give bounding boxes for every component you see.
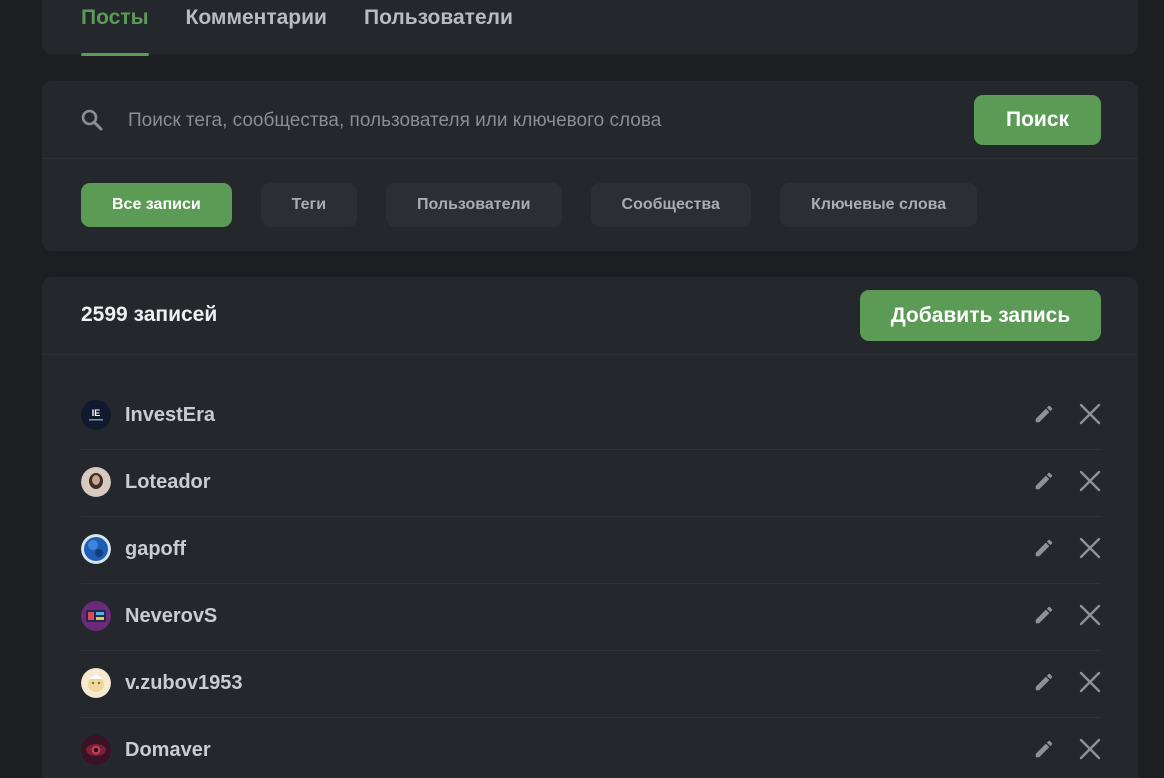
svg-text:IE: IE (92, 408, 101, 418)
search-row: Поиск (42, 81, 1138, 159)
records-count: 2599 записей (81, 303, 218, 326)
close-icon[interactable] (1078, 402, 1102, 426)
avatar[interactable] (81, 534, 111, 564)
close-icon[interactable] (1078, 737, 1102, 761)
search-card: Поиск Все записи Теги Пользователи Сообщ… (42, 81, 1138, 251)
close-icon[interactable] (1078, 536, 1102, 560)
list-item: Domaver (81, 718, 1101, 778)
tabs-card: Посты Комментарии Пользователи (42, 0, 1138, 56)
close-icon[interactable] (1078, 603, 1102, 627)
records-card: 2599 записей Добавить запись IE InvestEr… (42, 277, 1138, 778)
tab-comments[interactable]: Комментарии (186, 0, 327, 54)
list-item: NeverovS (81, 584, 1101, 651)
list-item: gapoff (81, 517, 1101, 584)
filter-all-records[interactable]: Все записи (81, 183, 232, 227)
edit-icon[interactable] (1033, 537, 1055, 559)
username[interactable]: Loteador (125, 471, 211, 494)
avatar[interactable] (81, 467, 111, 497)
search-input[interactable] (126, 105, 930, 137)
list-item: v.zubov1953 (81, 651, 1101, 718)
avatar[interactable] (81, 735, 111, 765)
avatar[interactable] (81, 668, 111, 698)
filter-users[interactable]: Пользователи (386, 183, 562, 227)
tab-posts[interactable]: Посты (81, 0, 149, 56)
username[interactable]: NeverovS (125, 605, 217, 628)
filter-keywords[interactable]: Ключевые слова (779, 183, 978, 227)
username[interactable]: gapoff (125, 538, 186, 561)
edit-icon[interactable] (1033, 738, 1055, 760)
username[interactable]: Domaver (125, 739, 211, 762)
add-record-button[interactable]: Добавить запись (860, 290, 1101, 341)
username[interactable]: InvestEra (125, 404, 215, 427)
search-icon (81, 109, 103, 131)
tab-users[interactable]: Пользователи (364, 0, 513, 54)
list-item: IE InvestEra (81, 383, 1101, 450)
search-button[interactable]: Поиск (974, 95, 1101, 145)
filter-tags[interactable]: Теги (260, 183, 358, 227)
avatar[interactable]: IE (81, 400, 111, 430)
section-tabs: Посты Комментарии Пользователи (81, 0, 513, 56)
posts-admin-page: Посты Комментарии Пользователи Поиск Все… (0, 0, 1164, 778)
edit-icon[interactable] (1033, 403, 1055, 425)
username[interactable]: v.zubov1953 (125, 672, 242, 695)
edit-icon[interactable] (1033, 470, 1055, 492)
records-list: IE InvestEra Loteador gapoff NeverovS v.… (81, 383, 1101, 778)
edit-icon[interactable] (1033, 604, 1055, 626)
edit-icon[interactable] (1033, 671, 1055, 693)
close-icon[interactable] (1078, 469, 1102, 493)
records-header: 2599 записей Добавить запись (42, 277, 1138, 355)
close-icon[interactable] (1078, 670, 1102, 694)
list-item: Loteador (81, 450, 1101, 517)
filter-communities[interactable]: Сообщества (590, 183, 751, 227)
filter-chips: Все записи Теги Пользователи Сообщества … (81, 183, 978, 227)
avatar[interactable] (81, 601, 111, 631)
